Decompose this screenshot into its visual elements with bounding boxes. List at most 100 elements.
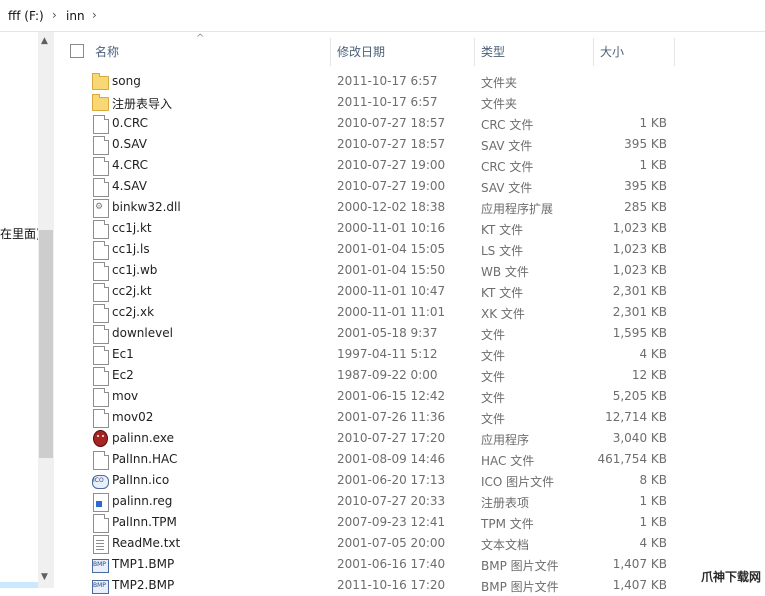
bmp-image-icon <box>92 580 109 594</box>
file-modified-date: 2001-01-04 15:50 <box>337 263 446 277</box>
navigation-pane[interactable]: 在里面) <box>0 32 38 588</box>
file-modified-date: 2010-07-27 19:00 <box>337 158 446 172</box>
file-size: 2,301 KB <box>612 305 667 319</box>
bmp-image-icon <box>92 559 109 573</box>
file-row[interactable]: mov02 2001-07-26 11:36 文件 12,714 KB <box>56 407 765 428</box>
file-name: binkw32.dll <box>112 200 181 214</box>
file-row[interactable]: 4.CRC 2010-07-27 19:00 CRC 文件 1 KB <box>56 155 765 176</box>
file-type: 应用程序 <box>481 433 530 447</box>
column-header: 名称 修改日期 类型 大小 <box>56 32 765 72</box>
column-header-name[interactable]: 名称 <box>95 43 119 60</box>
file-modified-date: 2010-07-27 20:33 <box>337 494 446 508</box>
file-modified-date: 2001-07-26 11:36 <box>337 410 446 424</box>
column-divider[interactable] <box>330 38 331 66</box>
file-row[interactable]: TMP1.BMP 2001-06-16 17:40 BMP 图片文件 1,407 KB <box>56 554 765 575</box>
file-name: TMP1.BMP <box>112 557 175 571</box>
navigation-scrollbar[interactable]: ▲ ▼ <box>38 32 54 588</box>
file-name: 0.SAV <box>112 137 147 151</box>
file-size: 461,754 KB <box>597 452 667 466</box>
navigation-item-label[interactable]: 在里面) <box>0 225 38 242</box>
file-row[interactable]: PalInn.ico 2001-06-20 17:13 ICO 图片文件 8 KB <box>56 470 765 491</box>
file-type: WB 文件 <box>481 265 529 279</box>
file-row[interactable]: song 2011-10-17 6:57 文件夹 <box>56 71 765 92</box>
file-size: 2,301 KB <box>612 284 667 298</box>
file-row[interactable]: palinn.reg 2010-07-27 20:33 注册表项 1 KB <box>56 491 765 512</box>
file-size: 1,595 KB <box>612 326 667 340</box>
file-size: 1,407 KB <box>612 578 667 592</box>
file-icon <box>93 283 109 302</box>
file-row[interactable]: 注册表导入 2011-10-17 6:57 文件夹 <box>56 92 765 113</box>
file-row[interactable]: cc1j.kt 2000-11-01 10:16 KT 文件 1,023 KB <box>56 218 765 239</box>
file-icon <box>93 451 109 470</box>
column-divider[interactable] <box>474 38 475 66</box>
breadcrumb-folder[interactable]: inn <box>66 9 85 23</box>
file-modified-date: 2001-06-15 12:42 <box>337 389 446 403</box>
scrollbar-thumb[interactable] <box>39 230 53 458</box>
file-type: SAV 文件 <box>481 139 533 153</box>
file-type: TPM 文件 <box>481 517 534 531</box>
file-icon <box>93 325 109 344</box>
file-name: 4.CRC <box>112 158 148 172</box>
breadcrumb-drive[interactable]: fff (F:) <box>8 9 44 23</box>
address-bar[interactable]: fff (F:) › inn › <box>0 0 765 32</box>
file-row[interactable]: TMP2.BMP 2011-10-16 17:20 BMP 图片文件 1,407 KB <box>56 575 765 596</box>
file-type: SAV 文件 <box>481 181 533 195</box>
file-modified-date: 2001-08-09 14:46 <box>337 452 446 466</box>
scroll-down-arrow-icon[interactable]: ▼ <box>41 572 48 582</box>
file-name: cc2j.kt <box>112 284 152 298</box>
file-icon <box>93 220 109 239</box>
file-row[interactable]: 0.CRC 2010-07-27 18:57 CRC 文件 1 KB <box>56 113 765 134</box>
file-name: palinn.reg <box>112 494 173 508</box>
file-row[interactable]: Ec2 1987-09-22 0:00 文件 12 KB <box>56 365 765 386</box>
file-row[interactable]: 0.SAV 2010-07-27 18:57 SAV 文件 395 KB <box>56 134 765 155</box>
file-modified-date: 2010-07-27 17:20 <box>337 431 446 445</box>
file-type: LS 文件 <box>481 244 524 258</box>
file-size: 1,023 KB <box>612 221 667 235</box>
file-modified-date: 2011-10-17 6:57 <box>337 95 438 109</box>
file-name: downlevel <box>112 326 173 340</box>
column-divider[interactable] <box>674 38 675 66</box>
file-row[interactable]: cc2j.xk 2000-11-01 11:01 XK 文件 2,301 KB <box>56 302 765 323</box>
file-row[interactable]: cc1j.ls 2001-01-04 15:05 LS 文件 1,023 KB <box>56 239 765 260</box>
file-modified-date: 2000-12-02 18:38 <box>337 200 446 214</box>
file-row[interactable]: ReadMe.txt 2001-07-05 20:00 文本文档 4 KB <box>56 533 765 554</box>
file-name: TMP2.BMP <box>112 578 175 592</box>
file-modified-date: 2011-10-17 6:57 <box>337 74 438 88</box>
file-modified-date: 2007-09-23 12:41 <box>337 515 446 529</box>
file-row[interactable]: binkw32.dll 2000-12-02 18:38 应用程序扩展 285 KB <box>56 197 765 218</box>
file-row[interactable]: PalInn.TPM 2007-09-23 12:41 TPM 文件 1 KB <box>56 512 765 533</box>
file-row[interactable]: palinn.exe 2010-07-27 17:20 应用程序 3,040 KB <box>56 428 765 449</box>
file-row[interactable]: 4.SAV 2010-07-27 19:00 SAV 文件 395 KB <box>56 176 765 197</box>
column-header-date[interactable]: 修改日期 <box>337 43 385 60</box>
column-header-type[interactable]: 类型 <box>481 43 505 60</box>
breadcrumb-separator[interactable]: › <box>52 8 57 22</box>
file-modified-date: 2001-06-16 17:40 <box>337 557 446 571</box>
file-size: 1 KB <box>639 494 667 508</box>
file-icon <box>93 262 109 281</box>
file-name: 注册表导入 <box>112 97 173 111</box>
file-icon <box>93 367 109 386</box>
folder-icon <box>92 94 109 111</box>
file-size: 1,023 KB <box>612 263 667 277</box>
file-size: 1 KB <box>639 158 667 172</box>
file-name: song <box>112 74 141 88</box>
file-icon <box>93 157 109 176</box>
file-row[interactable]: PalInn.HAC 2001-08-09 14:46 HAC 文件 461,754 … <box>56 449 765 470</box>
file-row[interactable]: cc1j.wb 2001-01-04 15:50 WB 文件 1,023 KB <box>56 260 765 281</box>
file-row[interactable]: downlevel 2001-05-18 9:37 文件 1,595 KB <box>56 323 765 344</box>
file-type: KT 文件 <box>481 223 524 237</box>
file-type: KT 文件 <box>481 286 524 300</box>
column-header-size[interactable]: 大小 <box>600 43 624 60</box>
file-type: CRC 文件 <box>481 160 534 174</box>
ico-image-icon <box>92 475 109 489</box>
registry-icon <box>93 493 109 512</box>
scroll-up-arrow-icon[interactable]: ▲ <box>41 36 48 46</box>
file-type: 文件夹 <box>481 97 518 111</box>
column-divider[interactable] <box>593 38 594 66</box>
breadcrumb-separator[interactable]: › <box>92 8 97 22</box>
file-name: palinn.exe <box>112 431 174 445</box>
file-row[interactable]: Ec1 1997-04-11 5:12 文件 4 KB <box>56 344 765 365</box>
navigation-selected-item[interactable] <box>0 582 38 588</box>
file-row[interactable]: cc2j.kt 2000-11-01 10:47 KT 文件 2,301 KB <box>56 281 765 302</box>
file-row[interactable]: mov 2001-06-15 12:42 文件 5,205 KB <box>56 386 765 407</box>
